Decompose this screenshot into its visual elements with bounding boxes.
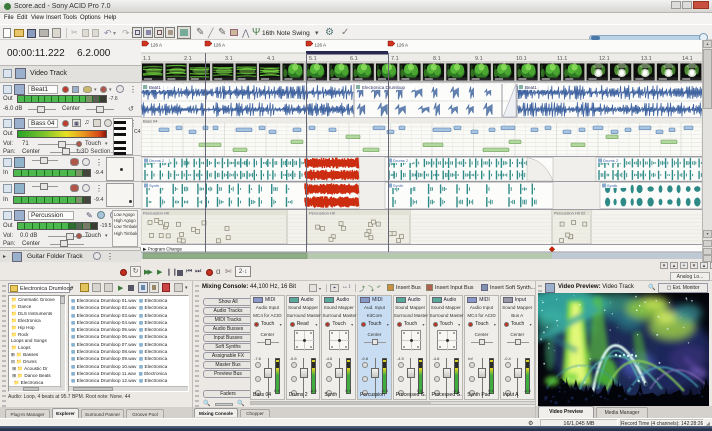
svg-text:11.1: 11.1 <box>557 56 567 62</box>
svg-text:126 A: 126 A <box>315 43 327 48</box>
svg-text:7.1: 7.1 <box>391 56 399 62</box>
svg-text:9.1: 9.1 <box>475 56 483 62</box>
svg-text:3.1: 3.1 <box>225 56 233 62</box>
svg-text:Beat1: Beat1 <box>149 85 161 90</box>
svg-text:Beat1: Beat1 <box>525 85 537 90</box>
svg-text:12.1: 12.1 <box>599 56 610 62</box>
svg-text:Drums 2: Drums 2 <box>149 158 165 163</box>
svg-text:8.1: 8.1 <box>433 56 441 62</box>
svg-text:Drums 2: Drums 2 <box>603 158 619 163</box>
svg-text:126 A: 126 A <box>214 43 226 48</box>
svg-text:Synth: Synth <box>149 183 159 188</box>
svg-text:Synth: Synth <box>607 183 617 188</box>
svg-text:▶ Program Change: ▶ Program Change <box>143 247 182 252</box>
svg-text:Synth: Synth <box>393 183 403 188</box>
svg-text:2.1: 2.1 <box>184 56 192 62</box>
svg-text:Electronica Drumloop: Electronica Drumloop <box>362 85 406 90</box>
svg-text:126 A: 126 A <box>397 43 409 48</box>
svg-text:126 A: 126 A <box>151 43 163 48</box>
svg-text:14.1: 14.1 <box>682 56 693 62</box>
svg-text:10.1: 10.1 <box>516 56 527 62</box>
svg-text:6.1: 6.1 <box>350 56 358 62</box>
svg-text:4.1: 4.1 <box>267 56 275 62</box>
svg-text:1.1: 1.1 <box>143 56 151 62</box>
svg-text:13.1: 13.1 <box>641 56 652 62</box>
svg-text:5.1: 5.1 <box>309 56 317 62</box>
svg-text:Drums 2: Drums 2 <box>393 158 409 163</box>
